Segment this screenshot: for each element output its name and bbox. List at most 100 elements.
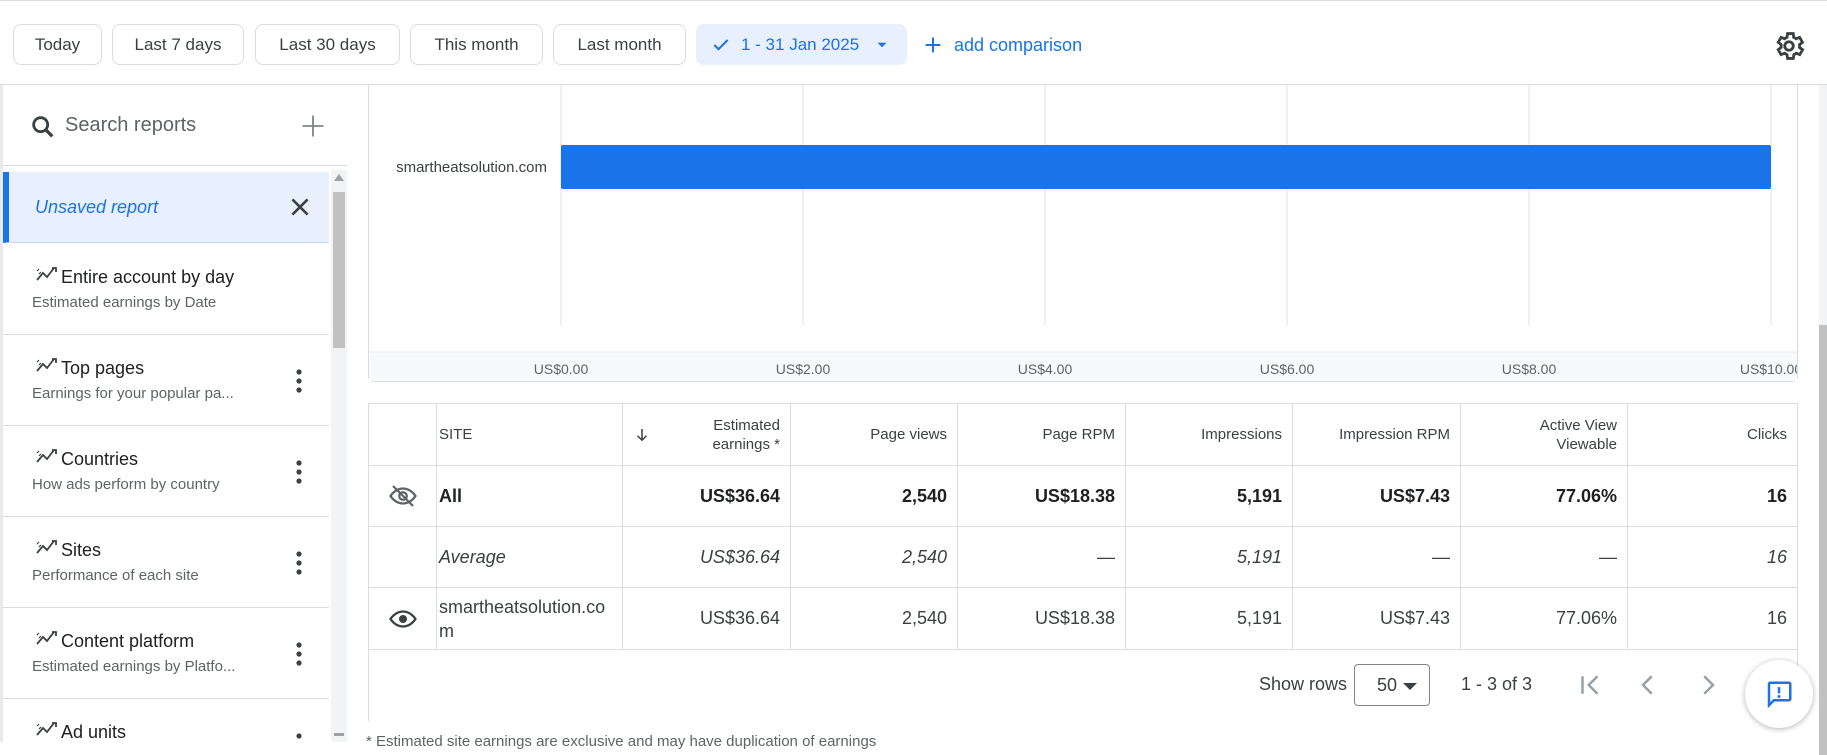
date-chip-this-month[interactable]: This month (410, 24, 543, 65)
more-vert-icon[interactable] (289, 367, 309, 395)
cell-impression-rpm: US$7.43 (1293, 466, 1461, 526)
check-icon (713, 38, 729, 51)
date-range-dropdown[interactable]: 1 - 31 Jan 2025 (696, 24, 907, 65)
sidebar-item-subtitle: Performance of each site (32, 567, 199, 584)
header-active-view-viewable[interactable]: Active View Viewable (1461, 404, 1628, 465)
more-vert-icon[interactable] (289, 549, 309, 577)
header-impression-rpm[interactable]: Impression RPM (1293, 404, 1461, 465)
row-visibility-col (369, 527, 437, 587)
previous-page-icon[interactable] (1633, 670, 1663, 700)
report-table: SITE Estimated earnings * Page views Pag… (368, 403, 1798, 721)
row-visibility-toggle[interactable] (369, 588, 437, 649)
header-page-views[interactable]: Page views (791, 404, 958, 465)
feedback-button[interactable] (1745, 660, 1813, 728)
cell-earnings: US$36.64 (623, 466, 791, 526)
sidebar-item-content-platform[interactable]: Content platform Estimated earnings by P… (3, 608, 329, 699)
add-comparison-button[interactable]: add comparison (922, 29, 1082, 61)
header-clicks[interactable]: Clicks (1628, 404, 1797, 465)
table-row-average[interactable]: Average US$36.64 2,540 — 5,191 — — 16 (369, 527, 1797, 588)
more-vert-icon[interactable] (289, 731, 309, 742)
sidebar-item-title: Countries (61, 449, 139, 469)
header-visibility-col (369, 404, 437, 465)
row-visibility-toggle[interactable] (369, 466, 437, 526)
next-page-icon[interactable] (1693, 670, 1723, 700)
bar-chart: US$0.00 US$2.00 US$4.00 US$6.00 US$8.00 US$10… (369, 85, 1797, 381)
cell-page-views: 2,540 (791, 527, 958, 587)
sidebar-item-sites[interactable]: Sites Performance of each site (3, 517, 329, 608)
close-icon[interactable] (287, 194, 313, 220)
chart-tick-label: US$6.00 (1260, 361, 1315, 377)
sidebar-item-title: Entire account by day (61, 267, 235, 287)
sidebar-item-subtitle: How ads perform by country (32, 476, 220, 493)
chart-bar (561, 145, 1771, 189)
date-chip-today[interactable]: Today (13, 24, 102, 65)
sidebar-item-subtitle: Earnings for your popular pa... (32, 385, 234, 402)
header-estimated-earnings[interactable]: Estimated earnings * (623, 404, 791, 465)
header-page-rpm[interactable]: Page RPM (958, 404, 1126, 465)
chart-tick-label: US$2.00 (776, 361, 831, 377)
sidebar-item-entire-account[interactable]: Entire account by day Estimated earnings… (3, 244, 329, 335)
cell-clicks: 16 (1766, 608, 1787, 628)
table-row-site[interactable]: smartheatsolution.com US$36.64 2,540 US$… (369, 588, 1797, 650)
reports-sidebar: Search reports Unsaved report Entire acc… (3, 86, 347, 742)
sidebar-scrollbar[interactable] (331, 170, 347, 742)
date-chip-last-month[interactable]: Last month (553, 24, 686, 65)
chart-tick-label: US$0.00 (534, 361, 589, 377)
cell-page-rpm: — (958, 527, 1126, 587)
feedback-icon (1767, 681, 1792, 709)
sidebar-item-title: Ad units (61, 722, 127, 742)
cell-site: Average (437, 527, 623, 587)
page-scrollbar[interactable] (1819, 85, 1827, 755)
cell-site: smartheatsolution.com (437, 588, 623, 649)
table-row-all[interactable]: All US$36.64 2,540 US$18.38 5,191 US$7.4… (369, 466, 1797, 527)
sidebar-item-subtitle: Estimated earnings by Platfo... (32, 658, 236, 675)
caret-down-icon (1403, 683, 1417, 690)
header-impressions[interactable]: Impressions (1126, 404, 1293, 465)
search-icon (32, 116, 54, 138)
sparkline-icon (36, 540, 57, 554)
first-page-icon[interactable] (1575, 670, 1605, 700)
add-report-plus-icon[interactable] (299, 112, 327, 140)
scroll-down-arrow-icon[interactable] (334, 733, 344, 736)
rows-per-page-select[interactable]: 50 (1354, 664, 1430, 706)
rows-per-page-value: 50 (1377, 674, 1398, 695)
sparkline-icon (36, 722, 57, 736)
more-vert-icon[interactable] (289, 458, 309, 486)
sidebar-item-top-pages[interactable]: Top pages Earnings for your popular pa..… (3, 335, 329, 426)
cell-clicks: 16 (1766, 546, 1787, 567)
unsaved-report-label: Unsaved report (35, 197, 159, 217)
chart-tick-label: US$8.00 (1502, 361, 1557, 377)
date-chip-last-30-days[interactable]: Last 30 days (255, 24, 400, 65)
sidebar-item-title: Content platform (61, 631, 195, 651)
header-site[interactable]: SITE (437, 404, 623, 465)
sidebar-item-countries[interactable]: Countries How ads perform by country (3, 426, 329, 517)
page-scrollbar-thumb[interactable] (1819, 325, 1827, 755)
date-chip-last-7-days[interactable]: Last 7 days (112, 24, 244, 65)
sparkline-icon (36, 449, 57, 463)
sort-arrow-down-icon[interactable] (633, 426, 651, 444)
cell-page-views: 2,540 (791, 588, 958, 649)
scroll-up-arrow-icon[interactable] (334, 174, 344, 181)
eye-off-icon[interactable] (388, 481, 418, 511)
header-estimated-earnings-label: Estimated earnings * (712, 416, 780, 453)
eye-icon[interactable] (388, 604, 418, 634)
sidebar-item-title: Top pages (61, 358, 145, 378)
cell-viewable: 77.06% (1461, 588, 1628, 649)
cell-earnings: US$36.64 (623, 588, 791, 649)
cell-page-rpm: US$18.38 (958, 588, 1126, 649)
cell-viewable: — (1461, 527, 1628, 587)
search-input[interactable]: Search reports (65, 114, 196, 137)
cell-impression-rpm: — (1293, 527, 1461, 587)
unsaved-report-item[interactable]: Unsaved report (3, 172, 329, 243)
sidebar-item-subtitle: Estimated earnings by Date (32, 294, 217, 311)
settings-gear-icon[interactable] (1772, 29, 1806, 63)
chart-category-label: smartheatsolution.com (396, 159, 547, 176)
chart-tick-label: US$4.00 (1018, 361, 1073, 377)
cell-clicks: 16 (1766, 485, 1787, 506)
sidebar-item-ad-units[interactable]: Ad units (3, 699, 329, 742)
search-reports[interactable]: Search reports (3, 86, 347, 166)
more-vert-icon[interactable] (289, 640, 309, 668)
sidebar-scrollbar-thumb[interactable] (333, 192, 345, 348)
table-pagination: Show rows 50 1 - 3 of 3 (369, 650, 1797, 722)
sparkline-icon (36, 267, 57, 281)
